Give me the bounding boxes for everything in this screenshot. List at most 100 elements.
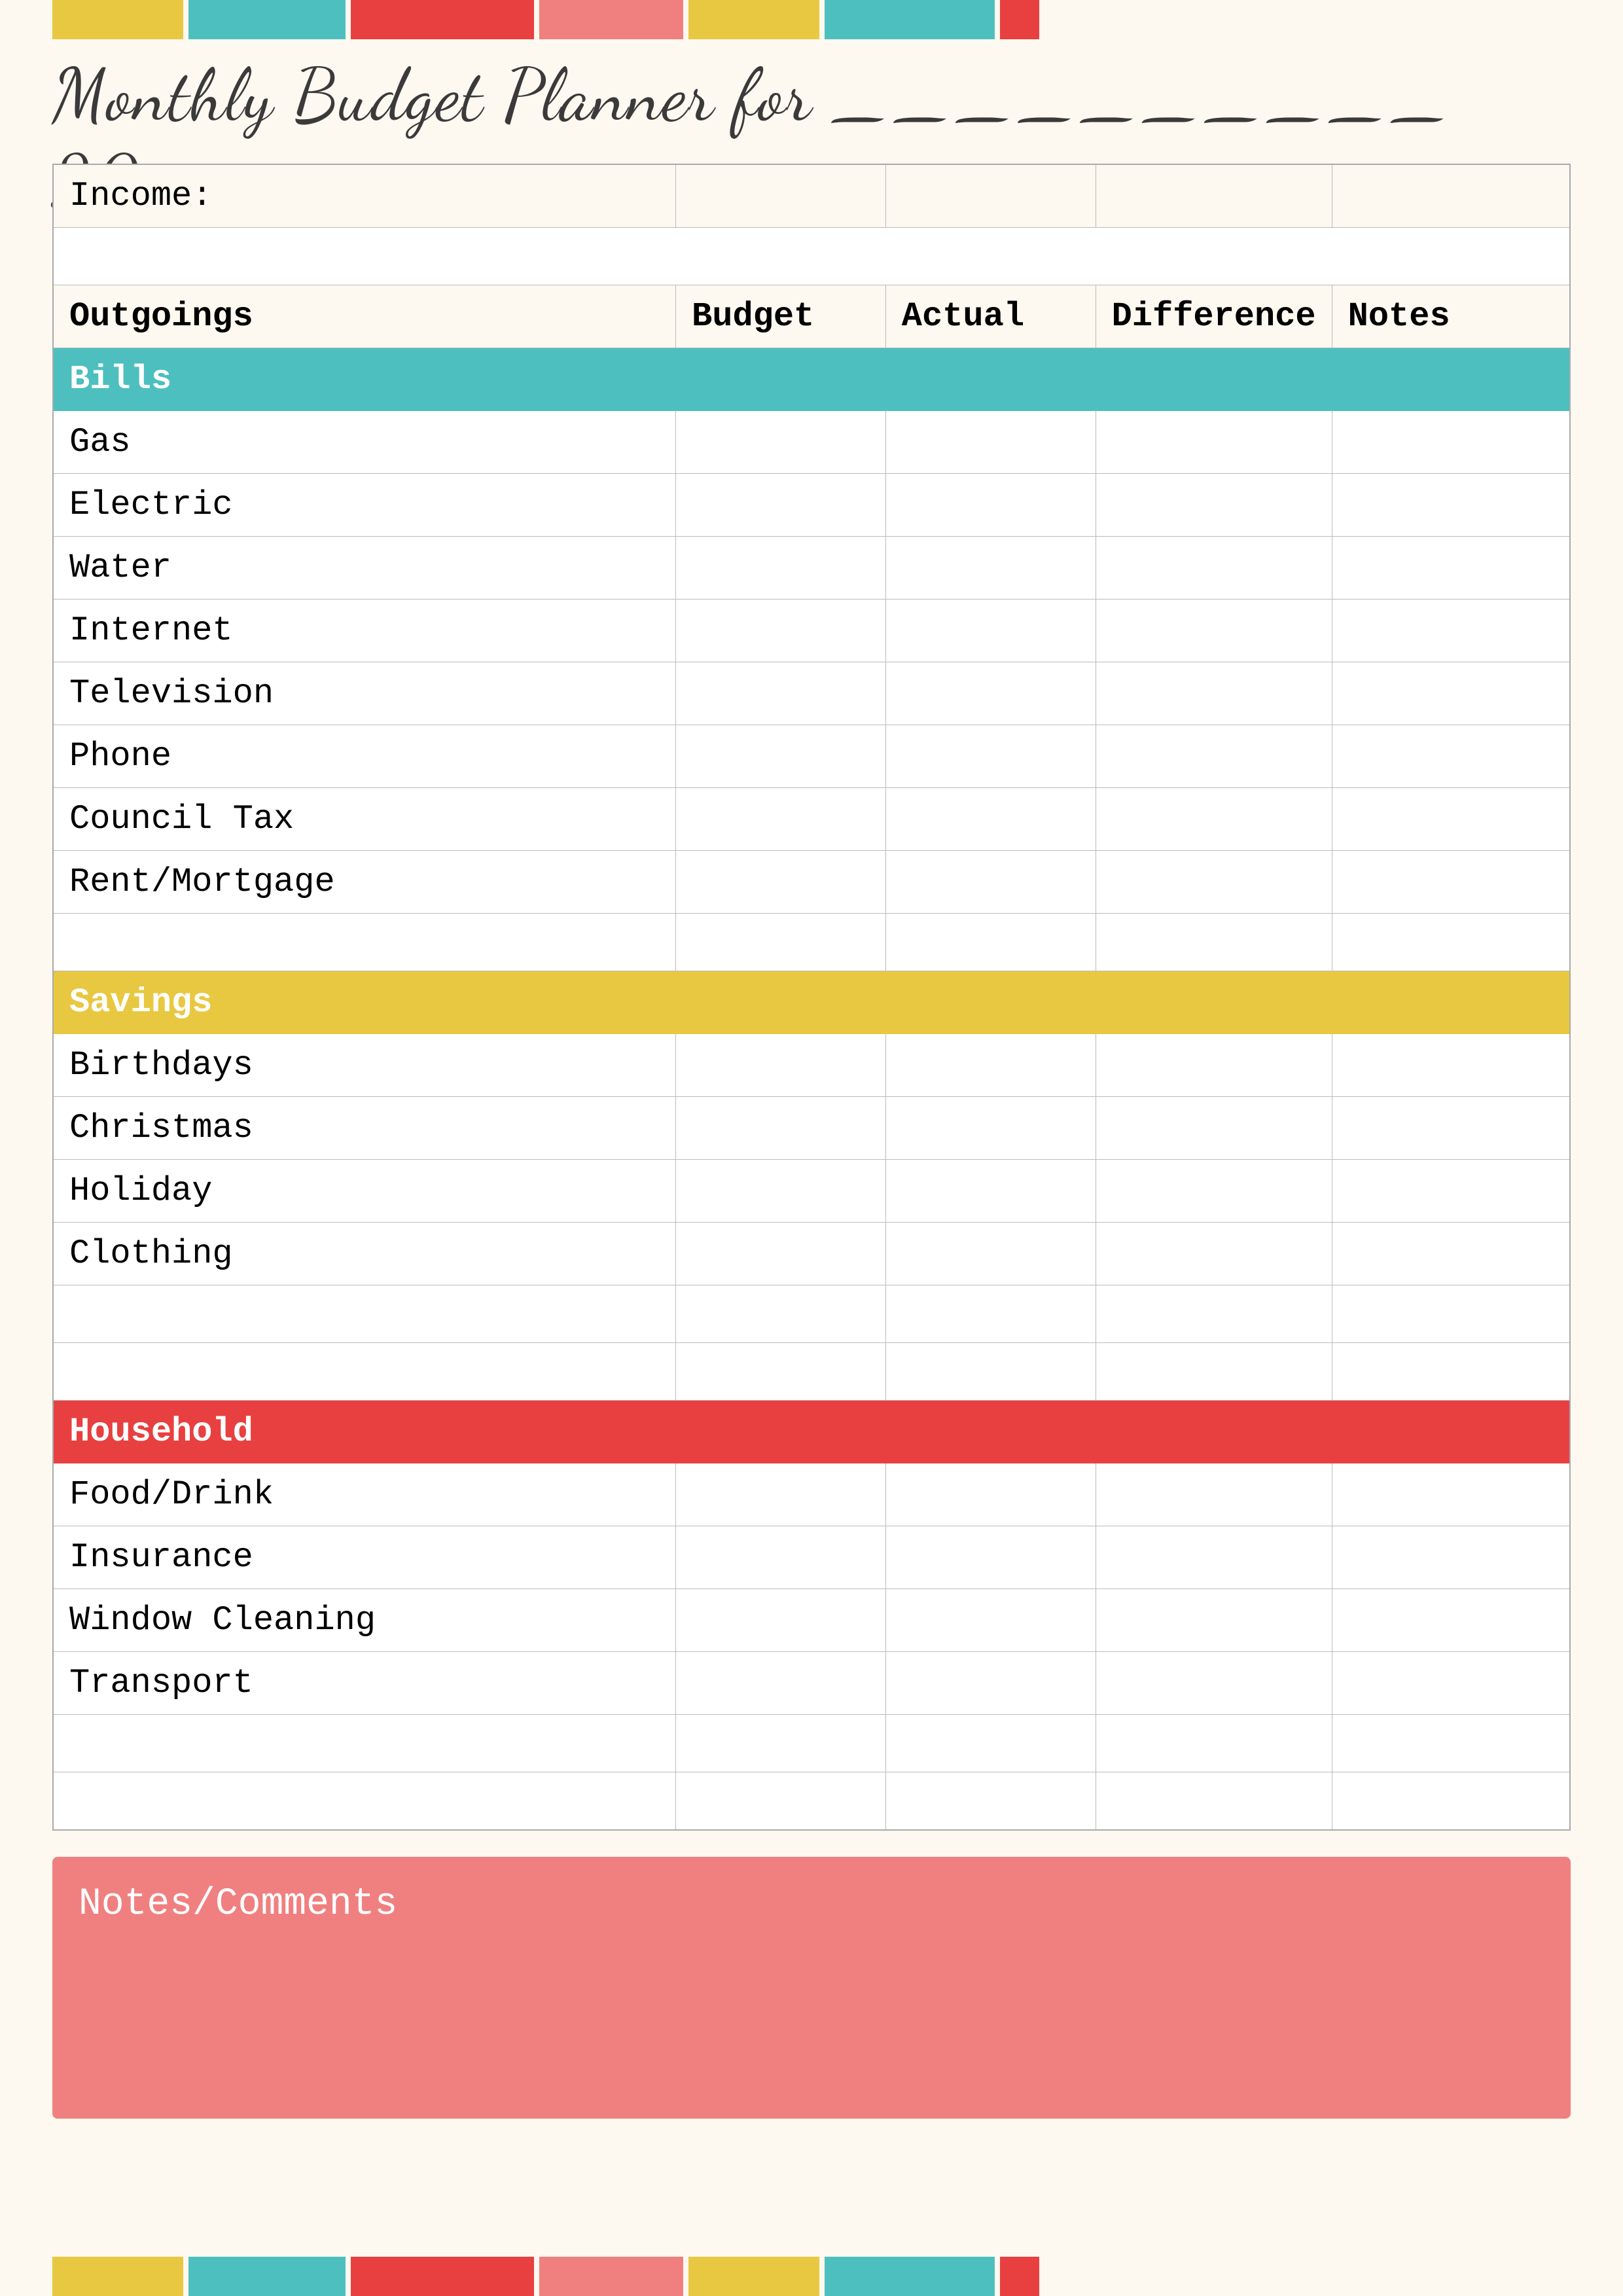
row-birthdays: Birthdays [53, 1034, 1570, 1097]
row-holiday: Holiday [53, 1160, 1570, 1223]
phone-difference [1096, 725, 1332, 788]
food-drink-actual [885, 1463, 1096, 1526]
internet-budget [676, 600, 886, 662]
gas-budget [676, 411, 886, 474]
clothing-notes [1332, 1223, 1570, 1285]
section-savings-header: Savings [53, 971, 1570, 1034]
label-electric: Electric [53, 474, 676, 537]
empty-row-1 [53, 228, 1570, 285]
empty-bot2-3 [885, 1772, 1096, 1830]
transport-notes [1332, 1652, 1570, 1715]
council-tax-difference [1096, 788, 1332, 851]
row-transport: Transport [53, 1652, 1570, 1715]
rent-mortgage-budget [676, 851, 886, 914]
empty-bot2-5 [1332, 1772, 1570, 1830]
label-water: Water [53, 537, 676, 600]
insurance-budget [676, 1526, 886, 1589]
electric-notes [1332, 474, 1570, 537]
bar-teal2-top [825, 0, 995, 39]
empty-bot2-4 [1096, 1772, 1332, 1830]
row-electric: Electric [53, 474, 1570, 537]
label-christmas: Christmas [53, 1097, 676, 1160]
bar-teal2-bottom [825, 2257, 995, 2296]
income-actual [885, 164, 1096, 228]
row-gas: Gas [53, 411, 1570, 474]
empty-bot1-5 [1332, 1715, 1570, 1772]
gas-notes [1332, 411, 1570, 474]
income-row: Income: [53, 164, 1570, 228]
row-water: Water [53, 537, 1570, 600]
label-transport: Transport [53, 1652, 676, 1715]
holiday-actual [885, 1160, 1096, 1223]
electric-actual [885, 474, 1096, 537]
window-cleaning-difference [1096, 1589, 1332, 1652]
bar-yellow2-top [688, 0, 819, 39]
row-rent-mortgage: Rent/Mortgage [53, 851, 1570, 914]
income-difference [1096, 164, 1332, 228]
empty-sav1-5 [1332, 1285, 1570, 1343]
bar-pink-top [539, 0, 683, 39]
bills-label: Bills [53, 348, 1570, 411]
section-household-header: Household [53, 1401, 1570, 1463]
bar-pink-bottom [539, 2257, 683, 2296]
rent-mortgage-actual [885, 851, 1096, 914]
household-label: Household [53, 1401, 1570, 1463]
top-color-bars [0, 0, 1623, 39]
holiday-notes [1332, 1160, 1570, 1223]
television-actual [885, 662, 1096, 725]
gas-actual [885, 411, 1096, 474]
empty-row-bills [53, 914, 1570, 971]
column-headers: Outgoings Budget Actual Difference Notes [53, 285, 1570, 348]
water-budget [676, 537, 886, 600]
television-budget [676, 662, 886, 725]
transport-budget [676, 1652, 886, 1715]
empty-row-savings-2 [53, 1343, 1570, 1401]
council-tax-budget [676, 788, 886, 851]
budget-table: Income: Outgoings Budget Actual Differen… [52, 164, 1571, 1831]
internet-notes [1332, 600, 1570, 662]
header-notes: Notes [1332, 285, 1570, 348]
christmas-actual [885, 1097, 1096, 1160]
main-content: Income: Outgoings Budget Actual Differen… [52, 164, 1571, 2119]
empty-bot1-2 [676, 1715, 886, 1772]
empty-bills-3 [885, 914, 1096, 971]
television-difference [1096, 662, 1332, 725]
water-actual [885, 537, 1096, 600]
bar-yellow-bottom [52, 2257, 183, 2296]
savings-label: Savings [53, 971, 1570, 1034]
empty-sav2-4 [1096, 1343, 1332, 1401]
clothing-difference [1096, 1223, 1332, 1285]
empty-bot2-1 [53, 1772, 676, 1830]
food-drink-budget [676, 1463, 886, 1526]
window-cleaning-notes [1332, 1589, 1570, 1652]
label-council-tax: Council Tax [53, 788, 676, 851]
birthdays-actual [885, 1034, 1096, 1097]
food-drink-notes [1332, 1463, 1570, 1526]
empty-sav2-3 [885, 1343, 1096, 1401]
empty-bills-4 [1096, 914, 1332, 971]
birthdays-notes [1332, 1034, 1570, 1097]
rent-mortgage-notes [1332, 851, 1570, 914]
phone-budget [676, 725, 886, 788]
income-notes [1332, 164, 1570, 228]
empty-sav2-2 [676, 1343, 886, 1401]
empty-bills-2 [676, 914, 886, 971]
income-label: Income: [53, 164, 676, 228]
label-holiday: Holiday [53, 1160, 676, 1223]
label-birthdays: Birthdays [53, 1034, 676, 1097]
empty-sav1-2 [676, 1285, 886, 1343]
internet-actual [885, 600, 1096, 662]
row-internet: Internet [53, 600, 1570, 662]
label-rent-mortgage: Rent/Mortgage [53, 851, 676, 914]
bar-red2-bottom [1000, 2257, 1039, 2296]
window-cleaning-actual [885, 1589, 1096, 1652]
bar-red-bottom [351, 2257, 534, 2296]
bar-teal-bottom [188, 2257, 346, 2296]
row-insurance: Insurance [53, 1526, 1570, 1589]
row-television: Television [53, 662, 1570, 725]
row-clothing: Clothing [53, 1223, 1570, 1285]
holiday-difference [1096, 1160, 1332, 1223]
label-internet: Internet [53, 600, 676, 662]
label-food-drink: Food/Drink [53, 1463, 676, 1526]
empty-bot1-3 [885, 1715, 1096, 1772]
